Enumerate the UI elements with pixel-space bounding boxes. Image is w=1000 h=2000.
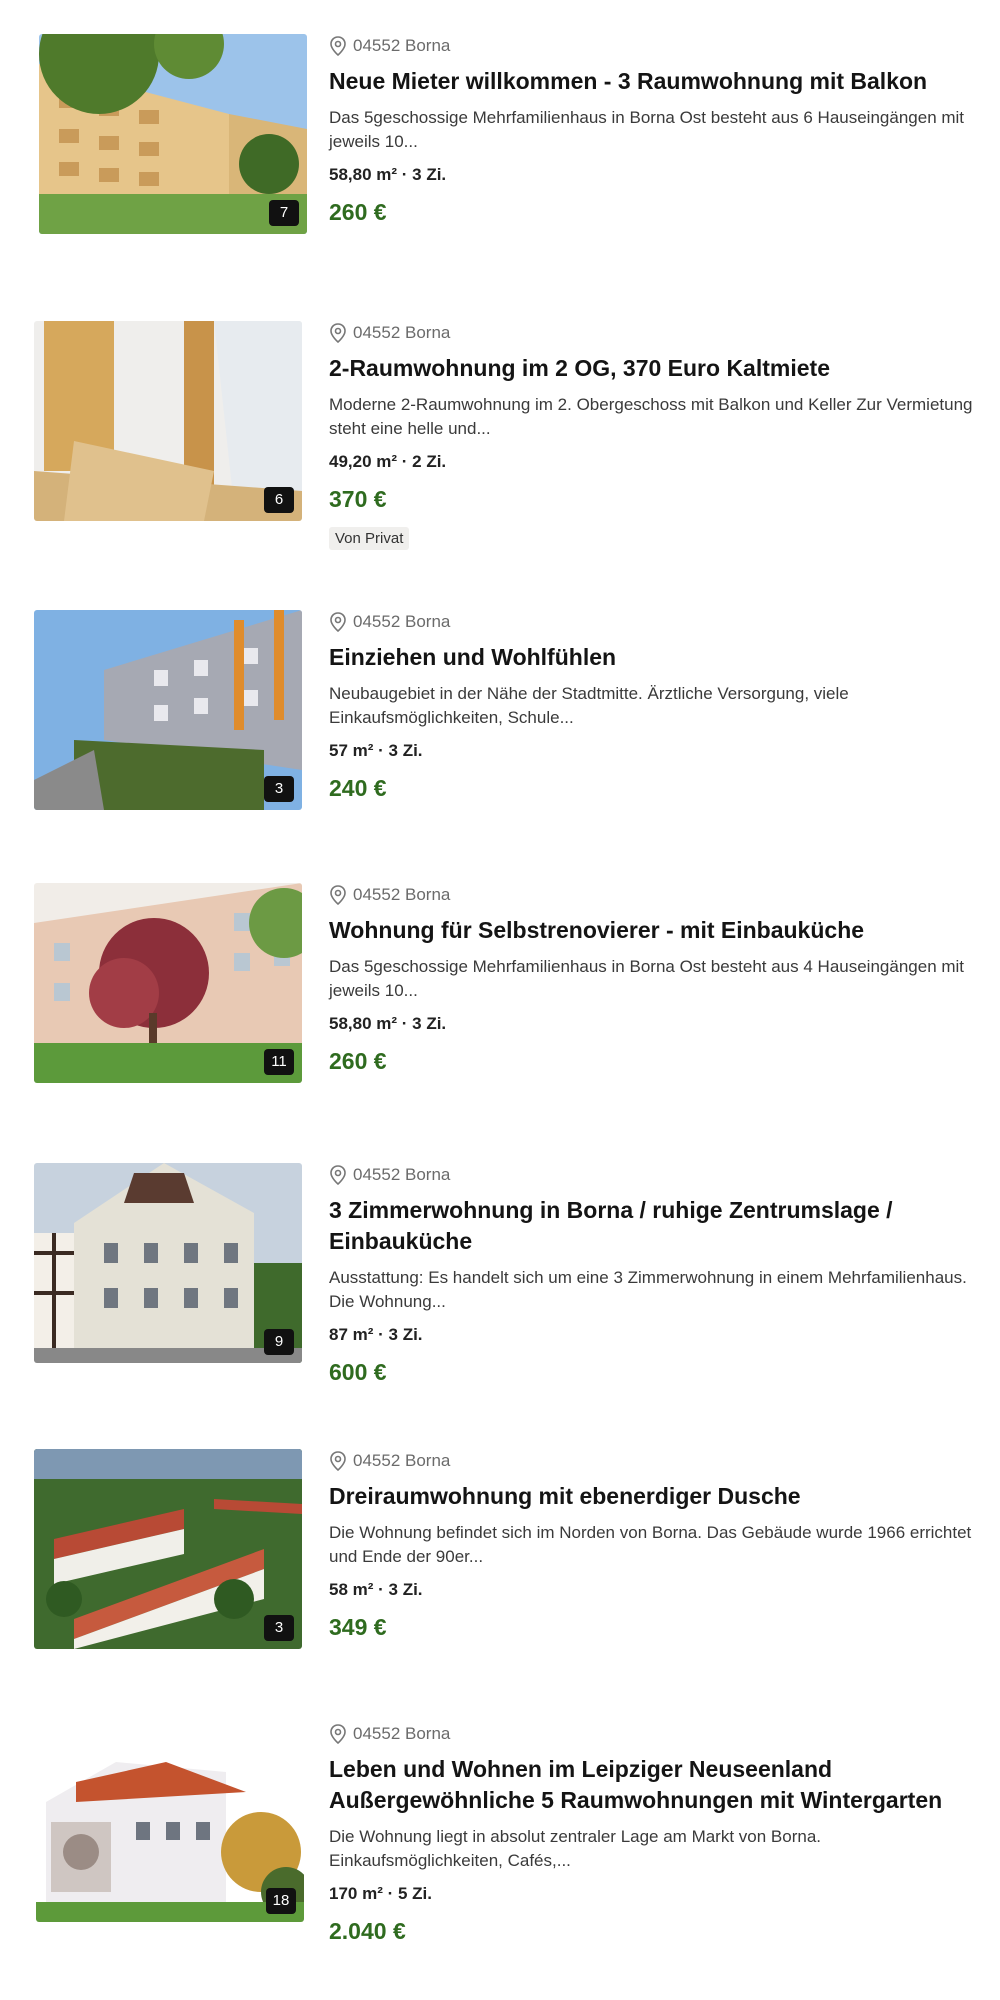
listing-facts: 49,20 m² · 2 Zi. [329,452,447,471]
image-count-badge: 18 [266,1888,296,1914]
location-text: 04552 Borna [353,323,451,342]
listing-facts: 58,80 m² · 3 Zi. [329,1014,447,1033]
listing-card[interactable]: 3 04552 Borna Einziehen und Wohlfühlen N… [0,610,1000,850]
listing-price: 260 € [329,1048,387,1074]
listing-photo[interactable]: 3 [34,1449,302,1649]
listing-card[interactable]: 3 04552 Borna Dreiraumwohnung mit ebener… [0,1449,1000,1689]
listing-facts: 58 m² · 3 Zi. [329,1580,423,1599]
listing-description: Ausstattung: Es handelt sich um eine 3 Z… [329,1268,967,1311]
listing-title[interactable]: Wohnung für Selbstrenovierer - mit Einba… [329,915,980,946]
listing-card[interactable]: 11 04552 Borna Wohnung für Selbstrenovie… [0,883,1000,1123]
location-pin-icon [330,885,346,905]
listing-price: 2.040 € [329,1918,406,1944]
location-pin-icon [330,1724,346,1744]
listing-title[interactable]: Neue Mieter willkommen - 3 Raumwohnung m… [329,66,980,97]
listing-title[interactable]: Einziehen und Wohlfühlen [329,642,980,673]
location-text: 04552 Borna [353,1451,451,1470]
listing-card[interactable]: 9 04552 Borna 3 Zimmerwohnung in Borna /… [0,1163,1000,1423]
listing-description: Das 5geschossige Mehrfamilienhaus in Bor… [329,957,965,1000]
listing-location: 04552 Borna [329,1449,980,1473]
listing-location: 04552 Borna [329,610,980,634]
listing-photo[interactable]: 3 [34,610,302,810]
location-text: 04552 Borna [353,885,451,904]
listing-photo[interactable]: 11 [34,883,302,1083]
image-count-badge: 11 [264,1049,294,1075]
listing-description: Moderne 2-Raumwohnung im 2. Obergeschoss… [329,395,973,438]
building-with-tree-photo [34,883,302,1083]
aerial-buildings-photo [34,1449,302,1649]
old-town-house-photo [34,1163,302,1363]
location-text: 04552 Borna [353,36,451,55]
listing-card[interactable]: 6 04552 Borna 2-Raumwohnung im 2 OG, 370… [0,321,1000,571]
image-count-badge: 3 [264,776,294,802]
location-text: 04552 Borna [353,612,451,631]
location-pin-icon [330,36,346,56]
listing-price: 600 € [329,1359,387,1385]
apartment-building-photo [39,34,307,234]
apartment-block-photo [34,610,302,810]
listing-photo[interactable]: 18 [36,1722,304,1922]
listing-facts: 87 m² · 3 Zi. [329,1325,423,1344]
hallway-photo [34,321,302,521]
listing-description: Neubaugebiet in der Nähe der Stadtmitte.… [329,684,849,727]
listing-price: 240 € [329,775,387,801]
listing-description: Die Wohnung befindet sich im Norden von … [329,1523,972,1566]
private-seller-tag: Von Privat [329,527,410,550]
listing-location: 04552 Borna [329,321,980,345]
listing-price: 370 € [329,486,387,512]
listing-location: 04552 Borna [329,34,980,58]
house-with-mural-photo [36,1722,304,1922]
listing-description: Die Wohnung liegt in absolut zentraler L… [329,1827,822,1870]
listing-photo[interactable]: 9 [34,1163,302,1363]
listing-price: 260 € [329,199,387,225]
listing-card[interactable]: 18 04552 Borna Leben und Wohnen im Leipz… [0,1722,1000,1992]
listing-title[interactable]: Dreiraumwohnung mit ebenerdiger Dusche [329,1481,980,1512]
listing-location: 04552 Borna [329,1163,980,1187]
listing-price: 349 € [329,1614,387,1640]
listing-facts: 170 m² · 5 Zi. [329,1884,432,1903]
image-count-badge: 3 [264,1615,294,1641]
listing-photo[interactable]: 7 [39,34,307,234]
image-count-badge: 9 [264,1329,294,1355]
listing-description: Das 5geschossige Mehrfamilienhaus in Bor… [329,108,965,151]
image-count-badge: 6 [264,487,294,513]
listing-location: 04552 Borna [329,1722,980,1746]
listing-facts: 58,80 m² · 3 Zi. [329,165,447,184]
listing-photo[interactable]: 6 [34,321,302,521]
listing-title[interactable]: Leben und Wohnen im Leipziger Neuseenlan… [329,1754,980,1816]
location-text: 04552 Borna [353,1165,451,1184]
location-pin-icon [330,323,346,343]
listing-title[interactable]: 2-Raumwohnung im 2 OG, 370 Euro Kaltmiet… [329,353,980,384]
location-pin-icon [330,1451,346,1471]
location-pin-icon [330,612,346,632]
image-count-badge: 7 [269,200,299,226]
listing-title[interactable]: 3 Zimmerwohnung in Borna / ruhige Zentru… [329,1195,980,1257]
listing-facts: 57 m² · 3 Zi. [329,741,423,760]
listing-card[interactable]: 7 04552 Borna Neue Mieter willkommen - 3… [0,34,1000,274]
listing-location: 04552 Borna [329,883,980,907]
location-text: 04552 Borna [353,1724,451,1743]
location-pin-icon [330,1165,346,1185]
